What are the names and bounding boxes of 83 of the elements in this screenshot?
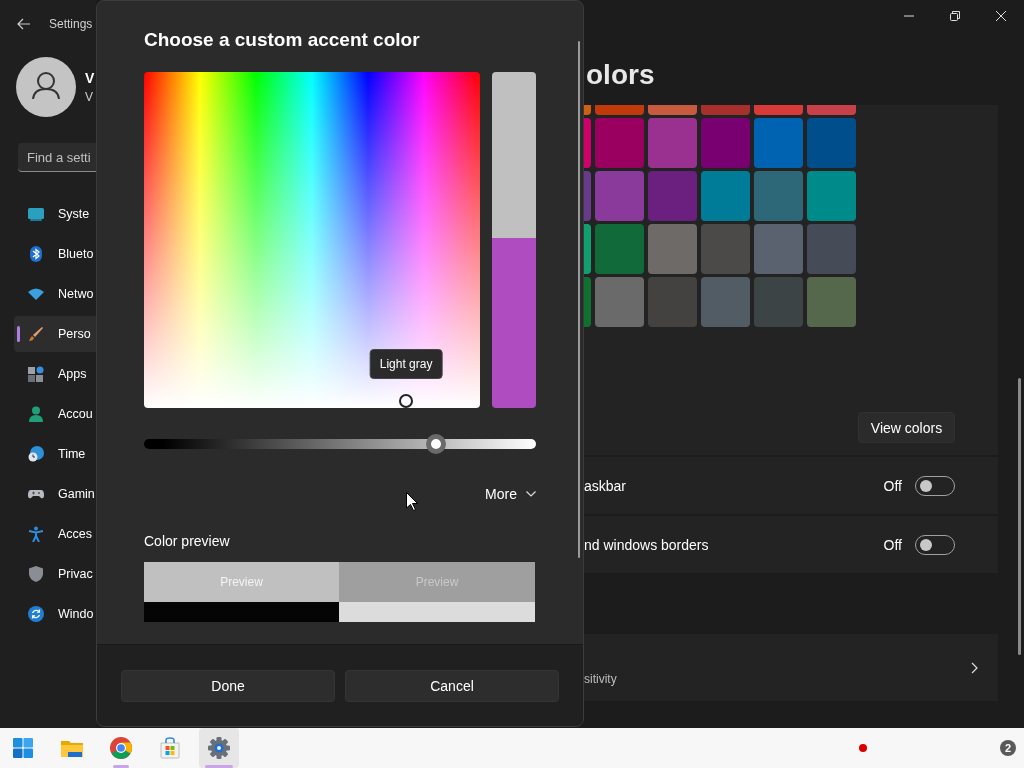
color-swatch[interactable] (754, 171, 803, 221)
color-swatch[interactable] (807, 277, 856, 327)
more-button[interactable]: More (485, 482, 536, 506)
view-colors-button[interactable]: View colors (858, 412, 955, 443)
user-email: V (85, 90, 94, 104)
back-arrow-icon[interactable] (17, 18, 30, 30)
color-swatch[interactable] (648, 224, 697, 274)
nav-item[interactable]: Time (14, 436, 96, 472)
color-swatch[interactable] (584, 171, 591, 221)
app-title: Settings (49, 17, 93, 31)
taskbar-button[interactable] (199, 728, 239, 768)
gear-icon (207, 736, 231, 760)
color-swatch[interactable] (701, 171, 750, 221)
wifi-icon (28, 286, 44, 302)
color-swatch[interactable] (807, 171, 856, 221)
avatar-icon (16, 57, 76, 117)
cursor-icon (406, 492, 418, 511)
color-swatch[interactable] (807, 118, 856, 168)
setting-label: nd windows borders (584, 536, 710, 553)
slider-thumb[interactable] (426, 434, 447, 454)
person-icon (28, 406, 44, 422)
status-dot (859, 744, 867, 752)
color-swatch[interactable] (754, 277, 803, 327)
update-icon (28, 606, 44, 622)
color-swatch[interactable] (754, 224, 803, 274)
color-swatch[interactable] (584, 224, 591, 274)
tooltip: Light gray (369, 349, 443, 379)
store-icon (158, 736, 182, 760)
nav-item[interactable]: Netwo (14, 276, 96, 312)
nav-item[interactable]: Accou (14, 396, 96, 432)
color-swatch[interactable] (648, 118, 697, 168)
chevron-down-icon (526, 491, 536, 497)
brightness-slider[interactable] (144, 434, 536, 454)
dialog-button[interactable]: Done (121, 670, 335, 702)
brush-icon (28, 326, 44, 342)
page-title: olors (586, 58, 656, 92)
picker-handle[interactable] (399, 394, 414, 408)
color-swatch[interactable] (595, 171, 644, 221)
nav-item[interactable]: Syste (14, 196, 96, 232)
windows-icon (11, 736, 35, 760)
nav-item[interactable]: Gamin (14, 476, 96, 512)
monitor-icon (28, 206, 44, 222)
color-swatch[interactable] (701, 118, 750, 168)
dialog-button[interactable]: Cancel (345, 670, 559, 702)
nav-item[interactable]: Blueto (14, 236, 96, 272)
color-swatch[interactable] (648, 171, 697, 221)
bluetooth-icon (28, 246, 44, 262)
section-heading: Color preview (144, 532, 231, 550)
nav-item[interactable]: Privac (14, 556, 96, 592)
nav-item[interactable]: Apps (14, 356, 96, 392)
color-swatch[interactable] (701, 224, 750, 274)
toggle-state: Off (883, 477, 902, 494)
color-swatch[interactable] (584, 118, 591, 168)
color-swatch[interactable] (701, 277, 750, 327)
globe-clock-icon (28, 446, 44, 462)
color-swatch[interactable] (754, 118, 803, 168)
color-swatch[interactable] (584, 277, 591, 327)
nav-item[interactable]: Acces (14, 516, 96, 552)
shield-icon (28, 566, 44, 582)
setting-row[interactable]: sitivity (584, 634, 998, 701)
notification-badge[interactable]: 2 (1000, 740, 1016, 756)
color-swatch[interactable] (807, 224, 856, 274)
user-name: V (85, 70, 95, 86)
close-icon (996, 11, 1006, 21)
color-spectrum[interactable]: Light gray (144, 72, 480, 408)
nav-item[interactable]: Perso (14, 316, 96, 352)
dialog-title: Choose a custom accent color (144, 28, 421, 52)
nav-item[interactable]: Windo (14, 596, 96, 632)
accessibility-icon (28, 526, 44, 542)
color-swatch[interactable] (648, 277, 697, 327)
restore-icon (950, 11, 960, 21)
setting-description: sitivity (584, 671, 617, 686)
setting-label: askbar (584, 477, 628, 494)
chevron-right-icon[interactable] (971, 661, 978, 674)
apps-icon (28, 366, 44, 382)
color-swatch[interactable] (595, 277, 644, 327)
search-field[interactable]: Find a setti (18, 143, 96, 172)
scrollbar[interactable] (1018, 378, 1021, 655)
scrollbar[interactable] (578, 41, 580, 558)
browser-icon (109, 736, 133, 760)
toggle-state: Off (883, 536, 902, 553)
color-swatch[interactable] (595, 224, 644, 274)
color-swatch[interactable] (595, 118, 644, 168)
